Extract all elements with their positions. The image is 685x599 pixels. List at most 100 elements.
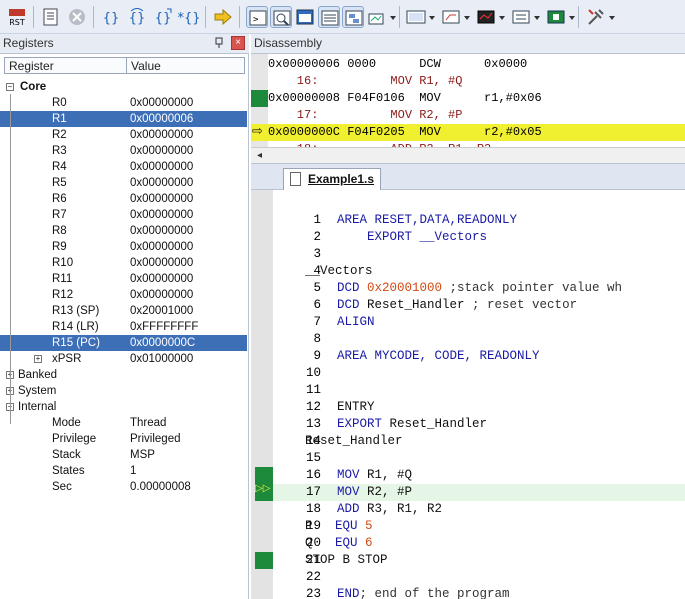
register-value[interactable]: 0x00000006 [130, 111, 193, 127]
code-line[interactable]: 11 [273, 382, 685, 399]
code-line[interactable]: 21 STOP B STOP [273, 552, 685, 569]
registers-window-icon[interactable] [318, 6, 340, 28]
pin-icon[interactable] [213, 37, 225, 49]
register-value[interactable]: 0x00000000 [130, 175, 193, 191]
register-row[interactable]: R13 (SP) 0x20001000 [0, 303, 247, 319]
internal-row[interactable]: Privilege Privileged [0, 431, 247, 447]
collapse-icon[interactable]: − [6, 83, 14, 91]
register-value[interactable]: 0x00000000 [130, 207, 193, 223]
register-value[interactable]: 0x01000000 [130, 351, 193, 367]
disassembly-line[interactable]: 17: MOV R2, #P [268, 107, 685, 124]
scroll-left-icon[interactable]: ◂ [257, 150, 262, 161]
register-row[interactable]: R10 0x00000000 [0, 255, 247, 271]
register-value[interactable]: 0x00000000 [130, 287, 193, 303]
tab-example1[interactable]: Example1.s [283, 168, 381, 190]
register-window-icon[interactable] [40, 6, 62, 28]
system-viewer-icon[interactable] [545, 6, 567, 28]
code-line[interactable]: 7 ALIGN [273, 314, 685, 331]
source-editor[interactable]: ▷▷ 1 AREA RESET,DATA,READONLY 2 EXPORT __V… [251, 190, 685, 599]
code-line[interactable]: 12 ENTRY [273, 399, 685, 416]
close-icon[interactable]: × [231, 36, 245, 50]
register-value[interactable]: 0x00000000 [130, 239, 193, 255]
register-value[interactable]: 0x00000000 [130, 191, 193, 207]
internal-row[interactable]: Mode Thread [0, 415, 247, 431]
step-into-icon[interactable]: {} [100, 6, 122, 28]
register-row[interactable]: R4 0x00000000 [0, 159, 247, 175]
code-line[interactable]: 23 END; end of the program [273, 586, 685, 599]
code-line[interactable]: 3 [273, 246, 685, 263]
register-row[interactable]: R0 0x00000000 [0, 95, 247, 111]
disassembly-line[interactable]: 0x00000006 0000 DCW 0x0000 [268, 56, 685, 73]
code-line[interactable]: 20 Q EQU 6 [273, 535, 685, 552]
disassembly-line[interactable]: 16: MOV R1, #Q [268, 73, 685, 90]
group-row-banked[interactable]: +Banked [0, 367, 247, 383]
code-line[interactable]: 18 ADD R3, R1, R2 [273, 501, 685, 518]
horizontal-scrollbar[interactable]: ◂ [251, 147, 685, 163]
code-line[interactable]: 13 EXPORT Reset_Handler [273, 416, 685, 433]
register-row[interactable]: R7 0x00000000 [0, 207, 247, 223]
register-row[interactable]: R1 0x00000006 [0, 111, 247, 127]
code-line[interactable]: 22 [273, 569, 685, 586]
symbols-window-icon[interactable] [294, 6, 316, 28]
register-row[interactable]: R14 (LR) 0xFFFFFFFF [0, 319, 247, 335]
register-value[interactable]: 0x20001000 [130, 303, 193, 319]
code-line[interactable]: 15 [273, 450, 685, 467]
code-line[interactable]: 16 MOV R1, #Q [273, 467, 685, 484]
code-line[interactable]: 17 MOV R2, #P [273, 484, 685, 501]
command-window-icon[interactable]: > [246, 6, 268, 28]
internal-row[interactable]: Stack MSP [0, 447, 247, 463]
register-value[interactable]: 0x00000000 [130, 143, 193, 159]
code-line[interactable]: 1 AREA RESET,DATA,READONLY [273, 212, 685, 229]
register-value[interactable]: 0x00000000 [130, 271, 193, 287]
stop-icon[interactable] [66, 6, 88, 28]
register-row[interactable]: R6 0x00000000 [0, 191, 247, 207]
analysis-window-icon[interactable] [475, 6, 497, 28]
internal-row[interactable]: Sec 0.00000008 [0, 479, 247, 495]
code-line[interactable]: 5 DCD 0x20001000 ;stack pointer value wh [273, 280, 685, 297]
group-row-system[interactable]: +System [0, 383, 247, 399]
group-row-internal[interactable]: −Internal [0, 399, 247, 415]
show-next-statement-icon[interactable] [212, 6, 234, 28]
disassembly-line[interactable]: 0x0000000C F04F0205 MOV r2,#0x05 [268, 124, 685, 141]
register-row[interactable]: R2 0x00000000 [0, 127, 247, 143]
reset-icon[interactable]: RST [6, 6, 28, 28]
watch-window-icon[interactable] [366, 6, 388, 28]
register-row[interactable]: + xPSR 0x01000000 [0, 351, 247, 367]
disassembly-line[interactable]: 0x00000008 F04F0106 MOV r1,#0x06 [268, 90, 685, 107]
code-line[interactable]: 2 EXPORT __Vectors [273, 229, 685, 246]
serial-window-icon[interactable] [440, 6, 462, 28]
register-value[interactable]: 0xFFFFFFFF [130, 319, 198, 335]
run-to-cursor-icon[interactable]: *{} [178, 6, 200, 28]
register-value[interactable]: 0x00000000 [130, 127, 193, 143]
register-value[interactable]: 0x00000000 [130, 159, 193, 175]
toolbox-icon[interactable] [585, 6, 607, 28]
register-row[interactable]: R11 0x00000000 [0, 271, 247, 287]
register-row[interactable]: R5 0x00000000 [0, 175, 247, 191]
call-stack-icon[interactable] [342, 6, 364, 28]
trace-window-icon[interactable] [510, 6, 532, 28]
code-line[interactable]: 10 [273, 365, 685, 382]
code-line[interactable]: 6 DCD Reset_Handler ; reset vector [273, 297, 685, 314]
value-column-header[interactable]: Value [131, 59, 161, 73]
register-row[interactable]: R3 0x00000000 [0, 143, 247, 159]
register-row[interactable]: R15 (PC) 0x0000000C [0, 335, 247, 351]
register-row[interactable]: R12 0x00000000 [0, 287, 247, 303]
code-line[interactable]: 14 Reset_Handler [273, 433, 685, 450]
step-over-icon[interactable]: {} [126, 6, 148, 28]
disassembly-window-icon[interactable] [270, 6, 292, 28]
register-column-header[interactable]: Register [9, 59, 54, 73]
internal-row[interactable]: States 1 [0, 463, 247, 479]
code-line[interactable]: 9 AREA MYCODE, CODE, READONLY [273, 348, 685, 365]
code-line[interactable]: 19 P EQU 5 [273, 518, 685, 535]
register-value[interactable]: 0x00000000 [130, 223, 193, 239]
register-value[interactable]: 0x0000000C [130, 335, 195, 351]
register-row[interactable]: R8 0x00000000 [0, 223, 247, 239]
code-line[interactable]: 8 [273, 331, 685, 348]
register-row[interactable]: R9 0x00000000 [0, 239, 247, 255]
core-group-row[interactable]: − Core [0, 79, 247, 95]
memory-window-icon[interactable] [405, 6, 427, 28]
expand-icon[interactable]: + [34, 355, 42, 363]
code-line[interactable]: 4 __Vectors [273, 263, 685, 280]
step-out-icon[interactable]: {} [152, 6, 174, 28]
register-value[interactable]: 0x00000000 [130, 255, 193, 271]
